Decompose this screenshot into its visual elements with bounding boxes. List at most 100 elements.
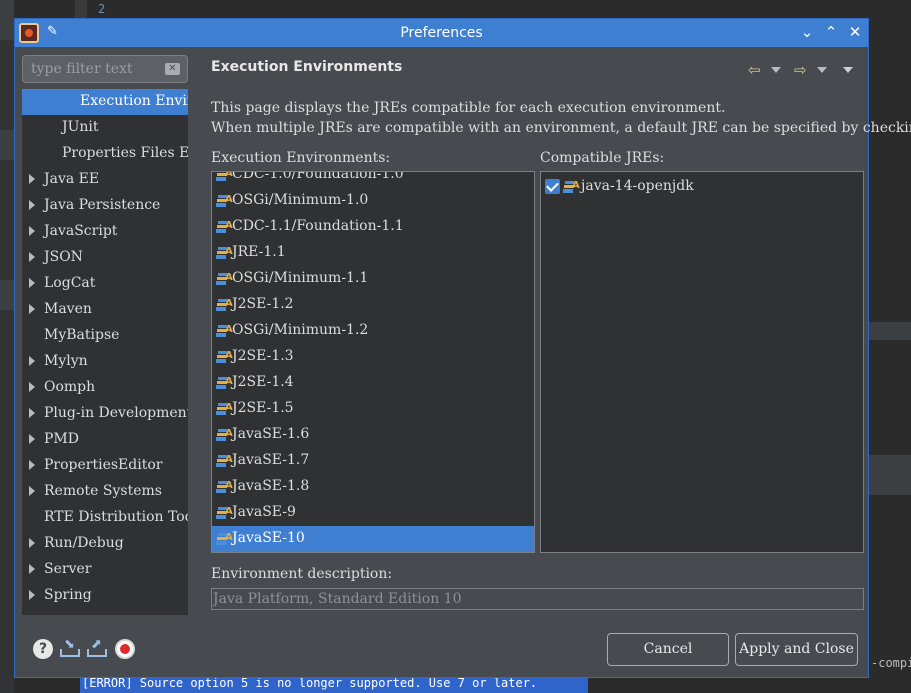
environment-description-label: Environment description: xyxy=(211,566,393,582)
environment-row[interactable]: A CDC-1.1/Foundation-1.1 xyxy=(212,214,534,240)
back-arrow-icon[interactable]: ⇦ xyxy=(748,61,761,79)
expand-arrow-icon[interactable] xyxy=(29,252,35,262)
environment-row[interactable]: A JavaSE-10 xyxy=(212,526,534,552)
page-description-line1: This page displays the JREs compatible f… xyxy=(211,100,726,116)
chevron-down-icon[interactable]: ⌄ xyxy=(797,22,817,42)
tree-item-label: Maven xyxy=(44,301,92,317)
expand-arrow-icon[interactable] xyxy=(29,408,35,418)
tree-item[interactable]: Java EE xyxy=(22,167,188,193)
expand-arrow-icon[interactable] xyxy=(29,356,35,366)
tree-item[interactable]: Server xyxy=(22,557,188,583)
jre-row[interactable]: A java-14-openjdk xyxy=(541,174,863,200)
expand-arrow-icon[interactable] xyxy=(29,564,35,574)
import-icon[interactable]: ⬊ xyxy=(60,637,80,659)
environment-label: JavaSE-1.8 xyxy=(232,478,310,494)
expand-arrow-icon[interactable] xyxy=(29,538,35,548)
environment-row[interactable]: A JRE-1.1 xyxy=(212,240,534,266)
environment-row[interactable]: A OSGi/Minimum-1.1 xyxy=(212,266,534,292)
tree-item[interactable]: PMD xyxy=(22,427,188,453)
environment-row[interactable]: A JavaSE-1.6 xyxy=(212,422,534,448)
tree-item[interactable]: JSON xyxy=(22,245,188,271)
tree-item-label: MyBatipse xyxy=(44,327,120,343)
tree-item[interactable]: Run/Debug xyxy=(22,531,188,557)
environment-row[interactable]: A CDC-1.0/Foundation-1.0 xyxy=(212,172,534,188)
tree-item[interactable]: Properties Files Editor xyxy=(22,141,188,167)
tree-item-label: Java Persistence xyxy=(44,197,161,213)
expand-arrow-icon[interactable] xyxy=(29,174,35,184)
expand-arrow-icon[interactable] xyxy=(29,382,35,392)
preferences-dialog: ✎ Preferences ⌄ ⌃ ✕ ✕ Execution Environm… xyxy=(14,18,911,678)
close-icon[interactable]: ✕ xyxy=(845,22,865,42)
tree-item-label: Run/Debug xyxy=(44,535,124,551)
environment-row[interactable]: A JavaSE-9 xyxy=(212,500,534,526)
jre-library-icon: A xyxy=(216,194,233,208)
environment-row[interactable]: A J2SE-1.4 xyxy=(212,370,534,396)
forward-arrow-icon[interactable]: ⇨ xyxy=(794,61,807,79)
help-icon[interactable]: ? xyxy=(33,639,53,659)
background-strip-block xyxy=(0,280,14,310)
tree-item[interactable]: Maven xyxy=(22,297,188,323)
tree-item[interactable]: Java Persistence xyxy=(22,193,188,219)
expand-arrow-icon[interactable] xyxy=(29,200,35,210)
page-title: Execution Environments xyxy=(211,59,403,75)
clear-filter-icon[interactable]: ✕ xyxy=(165,63,180,75)
tree-item-label: Mylyn xyxy=(44,353,88,369)
jre-library-icon: A xyxy=(216,428,233,442)
environment-row[interactable]: A J2SE-1.5 xyxy=(212,396,534,422)
expand-arrow-icon[interactable] xyxy=(29,226,35,236)
expand-arrow-icon[interactable] xyxy=(29,278,35,288)
environment-row[interactable]: A J2SE-1.3 xyxy=(212,344,534,370)
tree-item-label: JUnit xyxy=(62,119,99,135)
tree-item[interactable]: PropertiesEditor xyxy=(22,453,188,479)
tree-item[interactable]: Spring xyxy=(22,583,188,609)
dialog-title: Preferences xyxy=(400,25,483,41)
environments-list[interactable]: A CDC-1.0/Foundation-1.0 A OSGi/Minimum-1.0… xyxy=(211,171,535,553)
tree-item[interactable]: LogCat xyxy=(22,271,188,297)
compatible-jres-list[interactable]: A java-14-openjdk xyxy=(540,171,864,553)
apply-and-close-button[interactable]: Apply and Close xyxy=(735,633,858,666)
expand-arrow-icon[interactable] xyxy=(29,304,35,314)
chevron-up-icon[interactable]: ⌃ xyxy=(821,22,841,42)
tree-item[interactable]: Plug-in Development xyxy=(22,401,188,427)
tree-item[interactable]: Execution Environments xyxy=(22,89,188,115)
tree-item-label: Properties Files Editor xyxy=(62,145,188,161)
expand-arrow-icon[interactable] xyxy=(29,590,35,600)
record-icon[interactable] xyxy=(115,639,135,659)
compatible-jres-label: Compatible JREs: xyxy=(540,150,665,166)
environment-row[interactable]: A JavaSE-1.8 xyxy=(212,474,534,500)
dialog-titlebar[interactable]: ✎ Preferences ⌄ ⌃ ✕ xyxy=(15,19,868,47)
cancel-button[interactable]: Cancel xyxy=(607,633,729,666)
tree-item[interactable]: Remote Systems xyxy=(22,479,188,505)
view-menu-icon[interactable] xyxy=(843,67,853,73)
preferences-tree[interactable]: Execution Environments JUnit Properties Fi… xyxy=(22,89,188,615)
filter-input[interactable] xyxy=(23,56,163,82)
jre-library-icon: A xyxy=(216,220,233,234)
environment-row[interactable]: A JavaSE-1.7 xyxy=(212,448,534,474)
back-dropdown-icon[interactable] xyxy=(771,67,781,73)
tree-item[interactable]: RTE Distribution Tool xyxy=(22,505,188,531)
environment-description-field[interactable] xyxy=(211,588,864,610)
background-console-text: -compi xyxy=(871,656,911,670)
tree-item[interactable]: Oomph xyxy=(22,375,188,401)
environment-row[interactable]: A OSGi/Minimum-1.2 xyxy=(212,318,534,344)
tree-item-label: Java EE xyxy=(44,171,100,187)
page-description-line2: When multiple JREs are compatible with a… xyxy=(211,120,911,136)
forward-dropdown-icon[interactable] xyxy=(817,67,827,73)
tree-item[interactable]: JavaScript xyxy=(22,219,188,245)
tree-item[interactable]: Mylyn xyxy=(22,349,188,375)
expand-arrow-icon[interactable] xyxy=(29,486,35,496)
environment-label: JavaSE-1.6 xyxy=(232,426,310,442)
expand-arrow-icon[interactable] xyxy=(29,460,35,470)
environment-row[interactable]: A OSGi/Minimum-1.0 xyxy=(212,188,534,214)
tree-item[interactable]: MyBatipse xyxy=(22,323,188,349)
page-navigation: ⇦ ⇨ xyxy=(748,61,858,79)
tree-item-label: RTE Distribution Tool xyxy=(44,509,188,525)
export-icon[interactable]: ⬈ xyxy=(87,637,107,659)
background-strip-block xyxy=(0,0,14,40)
tree-item[interactable]: JUnit xyxy=(22,115,188,141)
environment-label: JavaSE-1.7 xyxy=(232,452,310,468)
jre-checkbox[interactable] xyxy=(545,179,560,194)
expand-arrow-icon[interactable] xyxy=(29,434,35,444)
environment-row[interactable]: A J2SE-1.2 xyxy=(212,292,534,318)
jre-library-icon: A xyxy=(216,172,233,182)
